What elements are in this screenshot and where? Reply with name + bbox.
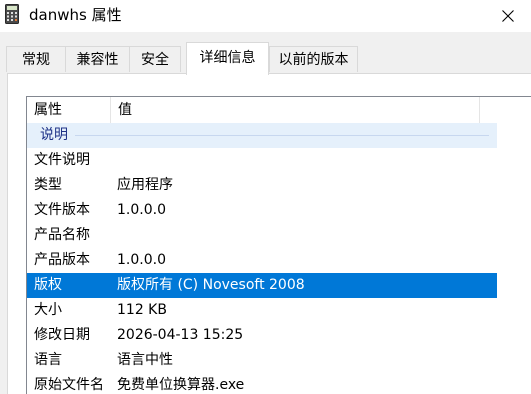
- column-header-row: 属性 值: [27, 97, 497, 124]
- group-header-description[interactable]: 说明: [27, 123, 497, 148]
- property-value: 免费单位换算器.exe: [117, 377, 245, 393]
- property-name: 修改日期: [34, 327, 90, 343]
- details-panel: 属性 值 说明 文件说明 类型 应用程序 文件版本 1.0.0.0 产品名称 产…: [7, 73, 531, 394]
- tab-label: 安全: [141, 52, 169, 68]
- list-item[interactable]: 文件说明: [27, 148, 497, 173]
- property-value: 版权所有 (C) Novesoft 2008: [117, 277, 305, 293]
- list-item[interactable]: 语言 语言中性: [27, 348, 497, 373]
- property-name: 原始文件名: [34, 377, 104, 393]
- property-value: 2026-04-13 15:25: [117, 327, 244, 343]
- close-icon: [502, 7, 514, 26]
- tab-label: 详细信息: [199, 50, 256, 66]
- property-name: 产品版本: [34, 252, 90, 268]
- column-header-value[interactable]: 值: [111, 97, 480, 123]
- list-item[interactable]: 文件版本 1.0.0.0: [27, 198, 497, 223]
- property-value: 112 KB: [117, 302, 167, 318]
- window-title: danwhs 属性: [29, 6, 122, 24]
- list-item[interactable]: 类型 应用程序: [27, 173, 497, 198]
- property-name: 语言: [34, 352, 62, 368]
- properties-window: danwhs 属性 常规 兼容性 安全 详细信息 以前的版本 属性 值 说明 文…: [0, 0, 531, 394]
- property-value: 语言中性: [117, 352, 173, 368]
- list-item[interactable]: 修改日期 2026-04-13 15:25: [27, 323, 497, 348]
- property-value: 1.0.0.0: [117, 202, 166, 218]
- tab-compatibility[interactable]: 兼容性: [65, 46, 130, 72]
- property-name: 文件版本: [34, 202, 90, 218]
- tab-details[interactable]: 详细信息: [186, 42, 269, 75]
- close-button[interactable]: [485, 0, 531, 32]
- tab-label: 兼容性: [76, 52, 119, 68]
- tab-strip: 常规 兼容性 安全 详细信息 以前的版本: [0, 32, 531, 75]
- property-value: 应用程序: [117, 177, 173, 193]
- list-item-selected[interactable]: 版权 版权所有 (C) Novesoft 2008: [27, 273, 497, 298]
- list-item[interactable]: 原始文件名 免费单位换算器.exe: [27, 373, 497, 394]
- list-item[interactable]: 产品版本 1.0.0.0: [27, 248, 497, 273]
- property-value: 1.0.0.0: [117, 252, 166, 268]
- group-divider: [75, 135, 489, 136]
- group-label: 说明: [40, 127, 68, 143]
- property-name: 类型: [34, 177, 62, 193]
- title-bar[interactable]: danwhs 属性: [0, 0, 531, 32]
- details-list[interactable]: 属性 值 说明 文件说明 类型 应用程序 文件版本 1.0.0.0 产品名称 产…: [26, 96, 531, 394]
- property-name: 文件说明: [34, 152, 90, 168]
- property-name: 大小: [34, 302, 62, 318]
- tab-security[interactable]: 安全: [129, 46, 181, 72]
- tab-label: 以前的版本: [278, 52, 349, 68]
- tab-label: 常规: [22, 52, 50, 68]
- list-item[interactable]: 产品名称: [27, 223, 497, 248]
- list-item[interactable]: 大小 112 KB: [27, 298, 497, 323]
- property-name: 产品名称: [34, 227, 90, 243]
- property-name: 版权: [34, 277, 62, 293]
- calculator-icon: [5, 4, 19, 24]
- tab-previous-versions[interactable]: 以前的版本: [269, 46, 358, 72]
- tab-general[interactable]: 常规: [6, 46, 66, 72]
- column-header-property[interactable]: 属性: [27, 97, 111, 123]
